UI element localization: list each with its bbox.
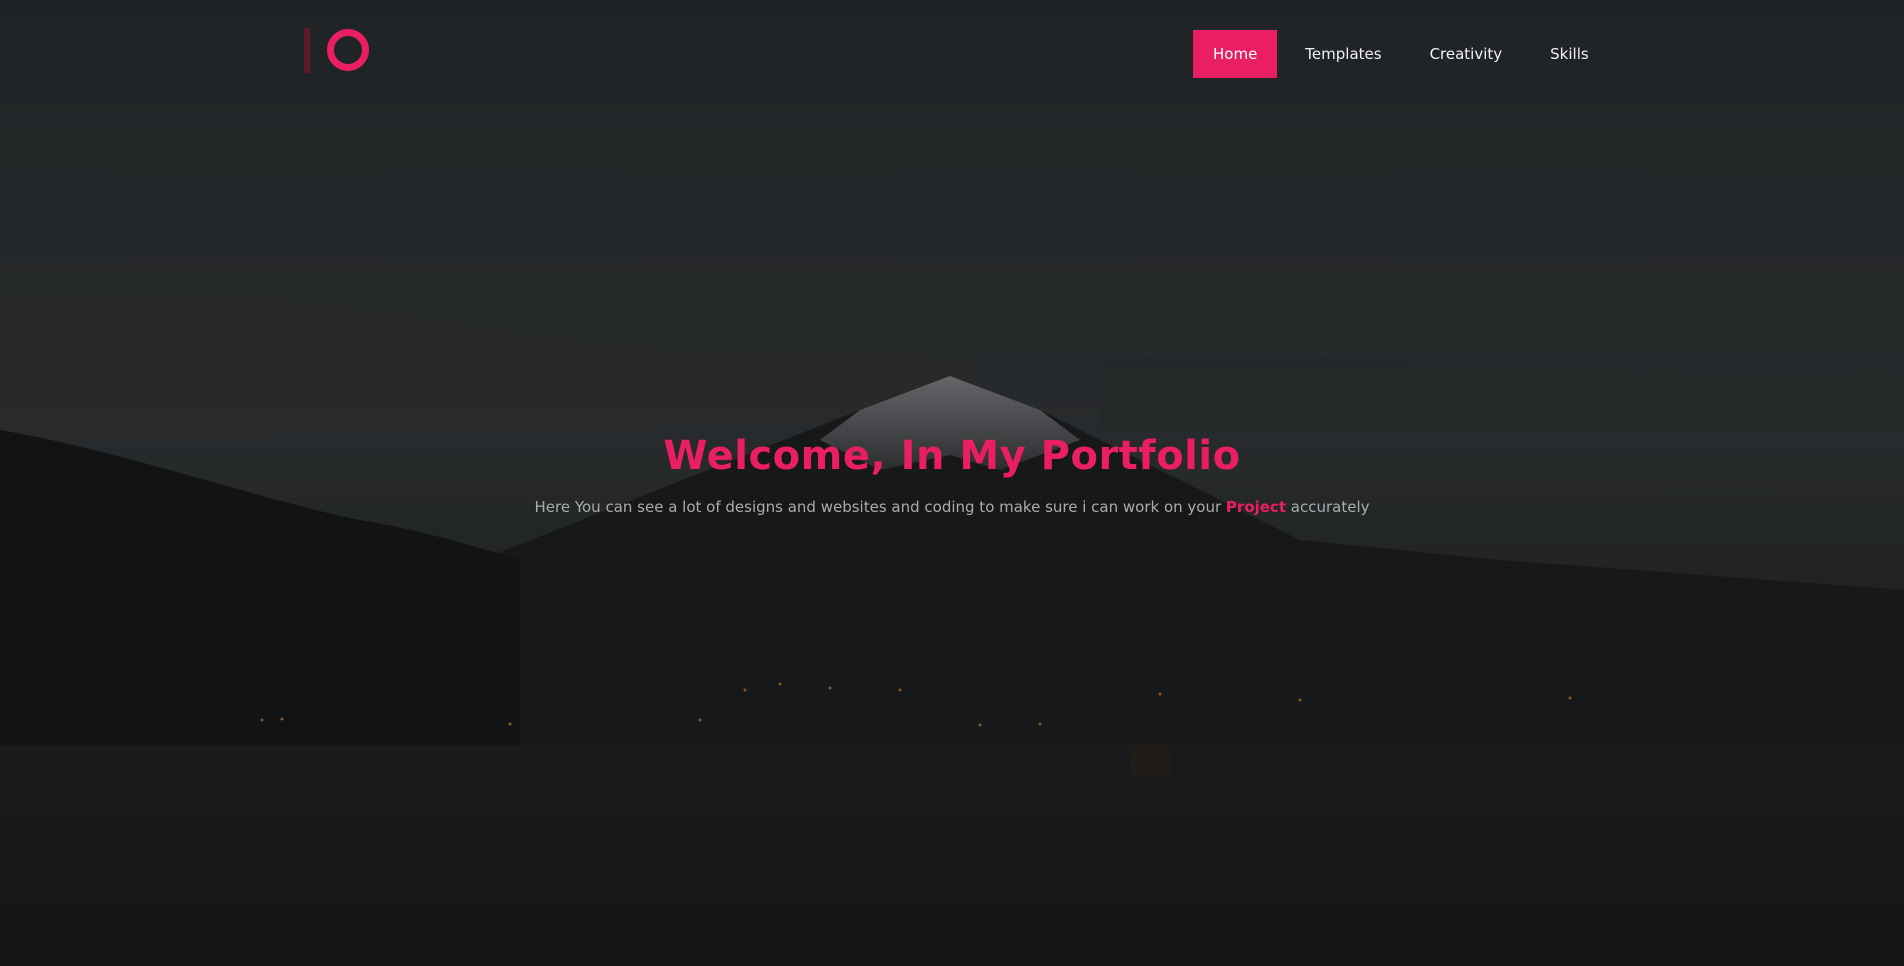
hero-subtitle-text-end: accurately — [1290, 498, 1370, 516]
main-nav: Home Templates Creativity Skills — [1193, 30, 1617, 78]
nav-item-home[interactable]: Home — [1193, 30, 1278, 78]
portfolio-page: Home Templates Creativity Skills Welcome… — [0, 0, 1904, 966]
logo-ring-icon — [327, 29, 369, 71]
nav-item-skills[interactable]: Skills — [1530, 30, 1609, 78]
logo-bar-icon — [304, 28, 310, 73]
site-header: Home Templates Creativity Skills — [0, 0, 1904, 102]
hero-subtitle-accent: Project — [1225, 498, 1286, 516]
hero-subtitle: Here You can see a lot of designs and we… — [0, 496, 1904, 518]
nav-item-creativity[interactable]: Creativity — [1410, 30, 1523, 78]
hero-subtitle-text: Here You can see a lot of designs and we… — [534, 498, 1222, 516]
nav-item-templates[interactable]: Templates — [1285, 30, 1401, 78]
hero-title: Welcome, In My Portfolio — [663, 433, 1241, 479]
logo[interactable] — [300, 27, 372, 75]
hero-section: Welcome, In My Portfolio Here You can se… — [0, 428, 1904, 518]
